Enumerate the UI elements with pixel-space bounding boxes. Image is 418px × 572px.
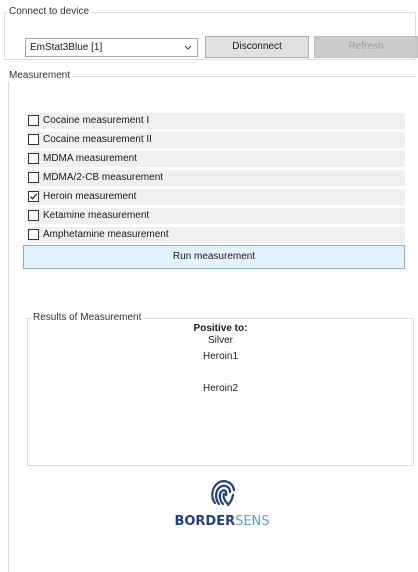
chevron-down-icon (183, 39, 193, 56)
measurement-label: Cocaine measurement I (43, 115, 150, 126)
measurement-label: MDMA/2-CB measurement (43, 172, 164, 183)
measurement-checkbox[interactable] (28, 115, 39, 126)
measurement-row[interactable]: Heroin measurement (28, 189, 405, 205)
run-measurement-button[interactable]: Run measurement (23, 245, 405, 269)
result-line: Heroin1 (202, 351, 239, 362)
results-title: Positive to: (193, 323, 248, 334)
measurement-checkbox[interactable] (28, 229, 39, 240)
measurement-row[interactable]: MDMA measurement (28, 151, 405, 167)
measurement-group-legend: Measurement (7, 70, 73, 82)
device-select[interactable]: EmStat3Blue [1] (25, 38, 198, 57)
brand-part1: BORDER (174, 514, 236, 529)
disconnect-button[interactable]: Disconnect (205, 36, 309, 58)
result-line: Silver (207, 335, 233, 346)
results-group: Results of Measurement Positive to: Silv… (27, 312, 414, 466)
measurement-label: Cocaine measurement II (43, 134, 152, 145)
measurement-label: Heroin measurement (43, 191, 137, 202)
measurement-checkbox[interactable] (28, 210, 39, 221)
measurement-row[interactable]: Amphetamine measurement (28, 227, 405, 243)
refresh-button[interactable]: Refresh (314, 36, 418, 58)
measurement-label: Amphetamine measurement (43, 229, 169, 240)
measurement-row[interactable]: Ketamine measurement (28, 208, 405, 224)
measurement-checkbox[interactable] (28, 191, 39, 202)
brand-wordmark: BORDERSENS (172, 514, 272, 529)
measurement-label: Ketamine measurement (43, 210, 150, 221)
measurement-row[interactable]: MDMA/2-CB measurement (28, 170, 405, 186)
measurement-row[interactable]: Cocaine measurement I (28, 113, 405, 129)
connect-to-device-group: Connect to device EmStat3Blue [1] Discon… (4, 6, 418, 60)
measurement-row[interactable]: Cocaine measurement II (28, 132, 405, 148)
connect-group-legend: Connect to device (7, 6, 92, 18)
measurement-checkbox[interactable] (28, 172, 39, 183)
measurement-checkbox[interactable] (28, 153, 39, 164)
measurement-checkbox[interactable] (28, 134, 39, 145)
result-line: Heroin2 (202, 383, 239, 394)
device-select-value: EmStat3Blue [1] (30, 42, 103, 53)
bordersens-logo: BORDERSENS (172, 474, 272, 534)
fingerprint-icon (206, 476, 238, 508)
measurement-label: MDMA measurement (43, 153, 137, 164)
brand-part2: SENS (235, 514, 270, 529)
